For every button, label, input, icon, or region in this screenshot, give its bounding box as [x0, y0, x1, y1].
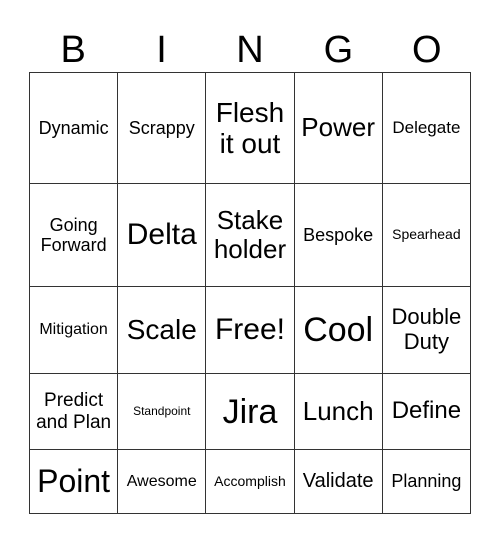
- bingo-cell[interactable]: Point: [28, 448, 119, 515]
- bingo-row: Point Awesome Accomplish Validate Planning: [28, 448, 472, 515]
- header-letter: O: [411, 29, 442, 71]
- bingo-cell[interactable]: Free!: [205, 285, 295, 375]
- bingo-row: Dynamic Scrappy Flesh it out Power Delegate: [28, 72, 472, 184]
- bingo-row: Going Forward Delta Stake holder Bespoke Spe…: [28, 182, 472, 287]
- bingo-cell[interactable]: Bespoke: [293, 182, 383, 287]
- bingo-row: Predict and Plan Standpoint Jira Lunch Defin…: [28, 373, 472, 450]
- header-letter: I: [156, 29, 167, 71]
- bingo-cell[interactable]: Flesh it out: [205, 72, 295, 184]
- bingo-header: B I N G O: [29, 28, 471, 72]
- bingo-cell[interactable]: Planning: [381, 448, 472, 515]
- bingo-cell[interactable]: Cool: [293, 285, 383, 375]
- bingo-cell[interactable]: Jira: [205, 373, 295, 450]
- bingo-cell[interactable]: Stake holder: [205, 182, 295, 287]
- header-letter: B: [60, 29, 86, 71]
- bingo-cell[interactable]: Predict and Plan: [28, 373, 119, 450]
- bingo-cell[interactable]: Awesome: [117, 448, 207, 515]
- bingo-cell[interactable]: Scrappy: [117, 72, 207, 184]
- bingo-cell[interactable]: Power: [293, 72, 383, 184]
- bingo-cell[interactable]: Spearhead: [381, 182, 472, 287]
- bingo-cell[interactable]: Double Duty: [381, 285, 472, 375]
- bingo-cell[interactable]: Lunch: [293, 373, 383, 450]
- bingo-cell[interactable]: Mitigation: [28, 285, 119, 375]
- bingo-cell[interactable]: Define: [381, 373, 472, 450]
- bingo-cell[interactable]: Accomplish: [205, 448, 295, 515]
- bingo-cell[interactable]: Going Forward: [28, 182, 119, 287]
- bingo-row: Mitigation Scale Free! Cool Double Duty: [28, 285, 472, 375]
- header-letter: N: [236, 29, 264, 71]
- bingo-cell[interactable]: Delegate: [381, 72, 472, 184]
- bingo-cell[interactable]: Scale: [117, 285, 207, 375]
- bingo-cell[interactable]: Standpoint: [117, 373, 207, 450]
- bingo-grid: Dynamic Scrappy Flesh it out Power Delegate G…: [28, 72, 472, 515]
- bingo-cell[interactable]: Dynamic: [28, 72, 119, 184]
- header-letter: G: [323, 29, 354, 71]
- bingo-cell[interactable]: Validate: [293, 448, 383, 515]
- bingo-cell[interactable]: Delta: [117, 182, 207, 287]
